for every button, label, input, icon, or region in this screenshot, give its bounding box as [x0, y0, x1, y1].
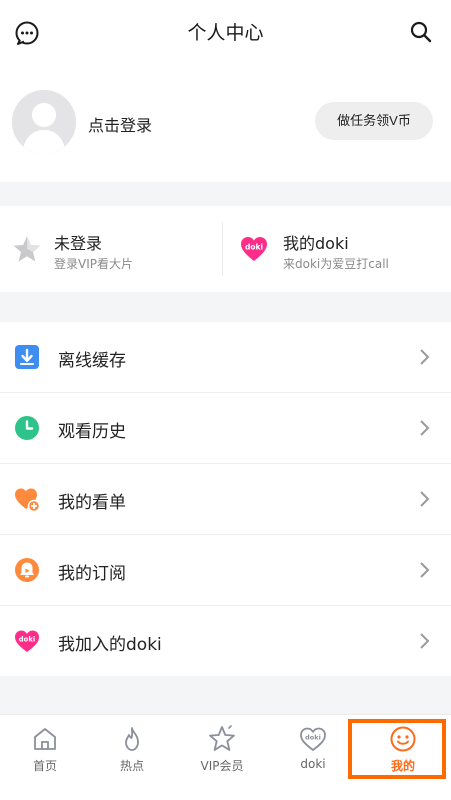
section-gap: [0, 676, 451, 714]
profile-section: 点击登录 做任务领V币: [0, 64, 451, 182]
my-doki-card[interactable]: doki 我的doki 来doki为爱豆打call: [223, 206, 451, 292]
login-link[interactable]: 点击登录: [88, 112, 152, 136]
card-title: 未登录: [54, 234, 103, 253]
doki-icon: doki: [15, 630, 39, 652]
search-icon[interactable]: [409, 20, 433, 44]
vip-login-card[interactable]: 未登录 登录VIP看大片: [0, 206, 222, 292]
svg-text:doki: doki: [19, 636, 35, 644]
subscribe-icon: [15, 558, 39, 582]
section-gap: [0, 292, 451, 322]
card-subtitle: 来doki为爱豆打call: [283, 257, 389, 271]
top-bar: 个人中心: [0, 0, 451, 64]
tab-home[interactable]: 首页: [0, 715, 90, 785]
tab-label: 首页: [32, 759, 57, 773]
menu-item-subscriptions[interactable]: 我的订阅: [0, 535, 451, 606]
star-icon: [13, 236, 41, 262]
tab-label: VIP会员: [200, 759, 244, 773]
card-title: 我的doki: [283, 234, 349, 253]
tab-hot[interactable]: 热点: [87, 715, 177, 785]
avatar[interactable]: [12, 90, 76, 154]
chevron-right-icon: [420, 491, 430, 507]
chevron-right-icon: [420, 420, 430, 436]
menu-item-label: 观看历史: [58, 422, 126, 442]
menu-item-offline-cache[interactable]: 离线缓存: [0, 322, 451, 393]
menu-item-label: 我的看单: [58, 493, 126, 513]
download-icon: [15, 345, 39, 369]
chevron-right-icon: [420, 562, 430, 578]
menu-item-label: 离线缓存: [58, 351, 126, 371]
chevron-right-icon: [420, 349, 430, 365]
chevron-right-icon: [420, 633, 430, 649]
svg-text:doki: doki: [245, 243, 263, 252]
active-tab-highlight: [348, 719, 446, 779]
clock-icon: [15, 416, 39, 440]
flame-icon: [125, 727, 139, 751]
vip-star-icon: [209, 725, 235, 751]
heart-plus-icon: [15, 488, 40, 512]
default-avatar-icon: [12, 90, 76, 154]
account-cards: 未登录 登录VIP看大片 doki 我的doki 来doki为爱豆打call: [0, 206, 451, 292]
menu-item-watch-history[interactable]: 观看历史: [0, 393, 451, 464]
tab-doki[interactable]: doki doki: [268, 715, 358, 785]
page-title: 个人中心: [187, 22, 264, 44]
menu-item-label: 我的订阅: [58, 564, 126, 584]
task-earn-coins-button[interactable]: 做任务领V币: [315, 102, 433, 140]
menu-item-joined-doki[interactable]: doki 我加入的doki: [0, 606, 451, 677]
bottom-tab-bar: 首页 热点 VIP会员 doki doki 我的: [0, 714, 451, 800]
svg-text:doki: doki: [305, 734, 321, 742]
tab-vip[interactable]: VIP会员: [177, 715, 267, 785]
doki-heart-icon: doki: [300, 727, 326, 752]
tab-label: 热点: [119, 759, 144, 773]
tab-label: doki: [300, 757, 326, 771]
menu-item-label: 我加入的doki: [58, 635, 162, 655]
doki-icon: doki: [241, 237, 267, 261]
menu-list: 离线缓存 观看历史 我的看单 我的订阅 doki 我加入的doki: [0, 322, 451, 676]
home-icon: [34, 728, 56, 750]
section-gap: [0, 182, 451, 206]
card-subtitle: 登录VIP看大片: [54, 257, 133, 271]
menu-item-watchlist[interactable]: 我的看单: [0, 464, 451, 535]
